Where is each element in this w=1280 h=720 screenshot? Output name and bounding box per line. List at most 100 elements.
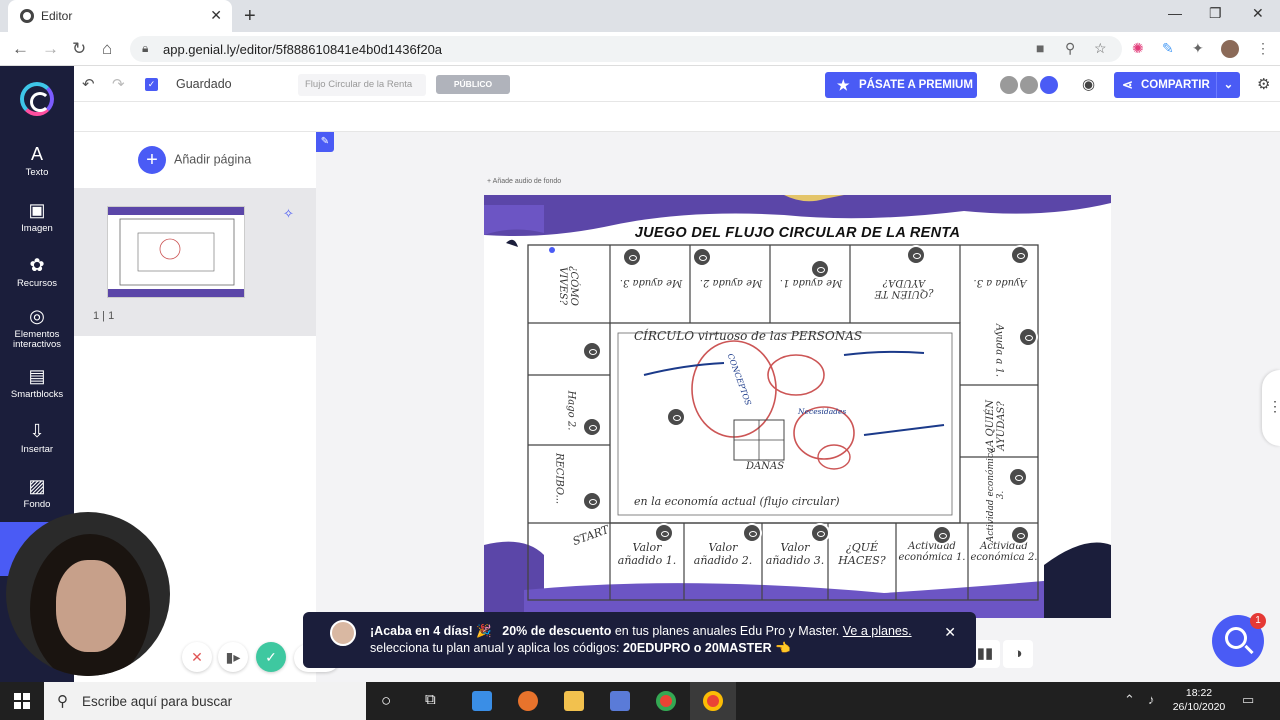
interactive-point-icon[interactable] <box>582 341 602 361</box>
browser-tab[interactable]: Editor ✕ <box>8 0 232 32</box>
pin-icon[interactable]: ✎ <box>316 132 334 152</box>
browser-menu-icon[interactable]: ⋮ <box>1256 40 1270 57</box>
cancel-recording-icon[interactable]: ✕ <box>182 642 212 672</box>
interactive-point-icon[interactable] <box>1010 245 1030 265</box>
interactive-point-icon[interactable] <box>666 407 686 427</box>
board-cell-text[interactable]: Me ayuda 3. <box>614 277 688 288</box>
back-icon[interactable]: ← <box>12 39 29 59</box>
board-cell-text[interactable]: Ayuda a 3. <box>964 277 1036 288</box>
extension-pen-icon[interactable]: ✎ <box>1162 40 1174 57</box>
chrome-active-icon[interactable] <box>703 691 723 711</box>
chrome-icon[interactable] <box>656 691 676 711</box>
nav-fondo[interactable]: ▨ Fondo <box>0 476 74 510</box>
board-cell-text[interactable]: Valor añadido 1. <box>614 541 680 567</box>
board-cell-text[interactable]: ¿QUIÉN TE AYUDA? <box>854 277 954 299</box>
project-title-input[interactable]: Flujo Circular de la Renta <box>298 74 426 96</box>
bookmark-star-icon[interactable]: ☆ <box>1094 40 1107 57</box>
board-cell-text[interactable]: Valor añadido 3. <box>764 541 826 567</box>
center-top-text[interactable]: CÍRCULO virtuoso de las PERSONAS <box>634 329 862 343</box>
palette-icon[interactable]: ◑ <box>1003 640 1033 668</box>
interactive-point-icon[interactable] <box>1008 467 1028 487</box>
add-page-button[interactable]: + Añadir página <box>138 146 251 174</box>
zoom-icon[interactable]: ⚲ <box>1065 40 1075 57</box>
magic-wand-icon[interactable]: ✧ <box>283 206 294 222</box>
address-bar[interactable]: 🔒︎ app.genial.ly/editor/5f888610841e4b0d… <box>130 36 1122 62</box>
close-tab-icon[interactable]: ✕ <box>210 7 222 24</box>
collaborator-avatar[interactable] <box>998 74 1020 96</box>
reload-icon[interactable]: ↻ <box>72 39 86 59</box>
help-search-button[interactable]: 1 <box>1212 613 1266 667</box>
board-cell-text[interactable]: Me ayuda 2. <box>694 277 768 288</box>
notifications-icon[interactable]: ▭ <box>1242 692 1254 708</box>
finish-recording-icon[interactable]: ✓ <box>256 642 286 672</box>
minimize-icon[interactable]: — <box>1168 5 1182 21</box>
cortana-icon[interactable]: ○ <box>381 691 391 711</box>
interactive-point-icon[interactable] <box>1010 525 1030 545</box>
slide-title[interactable]: JUEGO DEL FLUJO CIRCULAR DE LA RENTA <box>484 225 1111 241</box>
camera-icon[interactable]: ■ <box>1036 40 1044 56</box>
nav-texto[interactable]: A Texto <box>0 144 74 178</box>
windows-start-icon[interactable] <box>14 693 30 709</box>
taskbar-search-box[interactable]: ⚲ Escribe aquí para buscar <box>44 682 366 720</box>
redo-icon[interactable]: ↷ <box>112 75 125 93</box>
premium-button[interactable]: ★ PÁSATE A PREMIUM <box>825 72 977 98</box>
extensions-puzzle-icon[interactable]: ✦ <box>1192 40 1204 57</box>
board-cell-text[interactable]: Hago 2. <box>566 376 577 446</box>
collaborator-avatar[interactable] <box>1018 74 1040 96</box>
center-bottom-text[interactable]: en la economía actual (flujo circular) <box>634 495 840 508</box>
public-badge[interactable]: PÚBLICO <box>436 75 510 94</box>
close-promo-icon[interactable]: ✕ <box>944 624 956 641</box>
slide-canvas[interactable]: JUEGO DEL FLUJO CIRCULAR DE LA RENTA CÍR… <box>484 195 1111 618</box>
interactive-point-icon[interactable] <box>1018 327 1038 347</box>
interactive-point-icon[interactable] <box>810 259 830 279</box>
page-thumbnail[interactable] <box>107 206 245 298</box>
preview-eye-icon[interactable]: ◉ <box>1082 75 1095 93</box>
interactive-point-icon[interactable] <box>582 417 602 437</box>
folder-icon[interactable] <box>564 691 584 711</box>
genially-logo[interactable] <box>20 82 54 116</box>
board-cell-text[interactable]: ¿QUÉ HACES? <box>830 541 894 567</box>
share-button[interactable]: ⋖ COMPARTIR ⌄ <box>1114 72 1240 98</box>
pause-recording-icon[interactable]: ▮▸ <box>218 642 248 672</box>
interactive-point-icon[interactable] <box>810 523 830 543</box>
new-tab-icon[interactable]: + <box>244 5 256 28</box>
restore-icon[interactable]: ❐ <box>1209 5 1222 22</box>
app-icon-store[interactable] <box>610 691 630 711</box>
firefox-icon[interactable] <box>518 691 538 711</box>
interactive-point-icon[interactable] <box>582 491 602 511</box>
nav-elementos-interactivos[interactable]: ◎ Elementos interactivos <box>0 306 74 350</box>
interactive-point-icon[interactable] <box>622 247 642 267</box>
extension-icon[interactable]: ✺ <box>1132 40 1144 57</box>
board-cell-text[interactable]: Actividad económica 3. <box>986 445 1006 545</box>
nav-smartblocks[interactable]: ▤ Smartblocks <box>0 366 74 400</box>
board-cell-text[interactable]: RECIBO... <box>554 444 565 514</box>
nav-imagen[interactable]: ▣ Imagen <box>0 200 74 234</box>
add-collaborator-icon[interactable] <box>1038 74 1060 96</box>
center-label[interactable]: Necesidades <box>798 407 846 416</box>
interactive-point-icon[interactable] <box>692 247 712 267</box>
task-view-icon[interactable]: ⧉ <box>425 691 436 708</box>
interactive-point-icon[interactable] <box>932 525 952 545</box>
undo-icon[interactable]: ↶ <box>82 75 95 93</box>
add-audio-link[interactable]: + Añade audio de fondo <box>487 178 561 185</box>
nav-insertar[interactable]: ⇩ Insertar <box>0 421 74 455</box>
profile-avatar[interactable] <box>1221 40 1239 58</box>
board-cell-text[interactable]: ¿CÓMO VIVES? <box>557 246 579 326</box>
forward-icon[interactable]: → <box>42 39 59 59</box>
microphone-icon[interactable]: ♪ <box>1148 692 1155 707</box>
chevron-down-icon[interactable]: ⌄ <box>1216 72 1240 98</box>
interactive-point-icon[interactable] <box>906 245 926 265</box>
plans-link[interactable]: Ve a planes. <box>843 624 912 638</box>
interactive-point-icon[interactable] <box>742 523 762 543</box>
close-window-icon[interactable]: ✕ <box>1252 5 1264 22</box>
taskbar-clock[interactable]: 18:22 26/10/2020 <box>1164 686 1234 714</box>
right-panel-handle[interactable]: ⋮ <box>1262 370 1280 446</box>
tray-chevron-icon[interactable]: ⌃ <box>1124 692 1135 708</box>
center-label[interactable]: DAÑAS <box>746 461 784 472</box>
home-icon[interactable]: ⌂ <box>102 39 112 59</box>
nav-recursos[interactable]: ✿ Recursos <box>0 255 74 289</box>
board-cell-text[interactable]: Actividad económica 1. <box>898 541 966 563</box>
interactive-point-icon[interactable] <box>654 523 674 543</box>
app-icon-explorer[interactable] <box>472 691 492 711</box>
board-cell-text[interactable]: Valor añadido 2. <box>688 541 758 567</box>
